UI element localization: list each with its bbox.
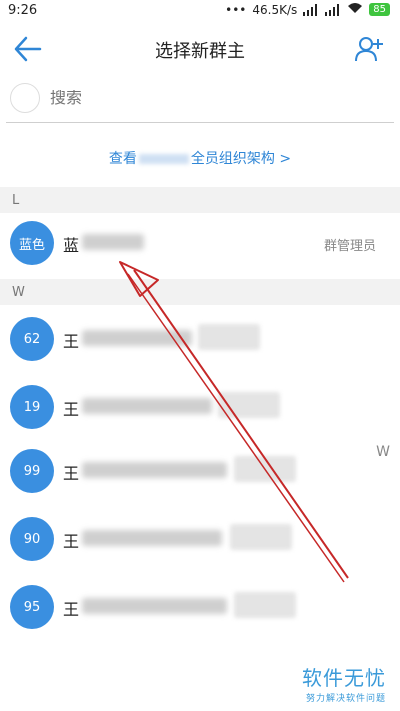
member-name: 王 (63, 600, 80, 619)
avatar: 95 (10, 585, 54, 629)
avatar: 19 (10, 385, 54, 429)
watermark-subtitle: 努力解决软件问题 (305, 694, 386, 704)
section-letter: W (12, 285, 25, 300)
alarm-icon: ••• (225, 2, 247, 17)
net-speed: 46.5K/s (252, 2, 298, 17)
add-user-icon[interactable] (354, 34, 384, 64)
member-role: 群管理员 (323, 239, 376, 254)
member-row[interactable]: 蓝色 蓝 群管理员 (0, 213, 400, 273)
blurred-member-detail (82, 330, 192, 346)
blurred-member-tag (198, 324, 260, 350)
member-name: 王 (63, 332, 80, 351)
member-row[interactable]: 95 王 (0, 577, 400, 637)
avatar: 99 (10, 449, 54, 493)
blurred-member-tag (234, 592, 296, 618)
status-bar: 9:26 ••• 46.5K/s 85 (0, 0, 400, 22)
blurred-member-detail (82, 234, 144, 250)
watermark-logo: 软件无忧 努力解决软件问题 (302, 662, 386, 704)
member-name: 王 (63, 532, 80, 551)
member-row[interactable]: 99 王 (0, 441, 400, 501)
search-input[interactable] (50, 90, 350, 108)
member-name: 王 (63, 464, 80, 483)
blurred-member-detail (82, 530, 222, 546)
alphabet-index-letter[interactable]: W (376, 444, 390, 460)
member-row[interactable]: 90 王 (0, 509, 400, 569)
section-header-w: W (0, 279, 400, 305)
org-link-suffix: 全员组织架构 > (190, 151, 292, 167)
member-name: 蓝 (63, 236, 80, 255)
wifi-icon (347, 2, 363, 17)
status-time: 9:26 (8, 3, 38, 18)
section-header-l: L (0, 187, 400, 213)
search-underline (6, 122, 394, 123)
avatar: 90 (10, 517, 54, 561)
member-row[interactable]: 62 王 (0, 309, 400, 369)
blurred-member-detail (82, 462, 227, 478)
member-row[interactable]: 19 王 (0, 377, 400, 437)
section-letter: L (12, 193, 20, 208)
blurred-member-tag (234, 456, 296, 482)
battery-icon: 85 (369, 3, 390, 16)
nav-bar: 选择新群主 (0, 22, 400, 76)
signal-icon-2 (325, 3, 341, 16)
blurred-member-detail (82, 398, 212, 414)
blurred-member-tag (230, 524, 292, 550)
blurred-member-detail (82, 598, 227, 614)
avatar: 62 (10, 317, 54, 361)
blurred-company-name (138, 154, 189, 164)
status-right: ••• 46.5K/s 85 (225, 2, 390, 17)
signal-icon (303, 3, 319, 16)
page-title: 选择新群主 (155, 41, 245, 62)
search-icon (10, 83, 40, 113)
avatar: 蓝色 (10, 221, 54, 265)
blurred-member-tag (218, 392, 280, 418)
member-name: 王 (63, 400, 80, 419)
watermark-title: 软件无忧 (302, 666, 386, 690)
search-bar[interactable] (0, 76, 400, 126)
org-link-prefix: 查看 (108, 151, 137, 167)
org-structure-link[interactable]: 查看 全员组织架构 > (0, 148, 400, 168)
